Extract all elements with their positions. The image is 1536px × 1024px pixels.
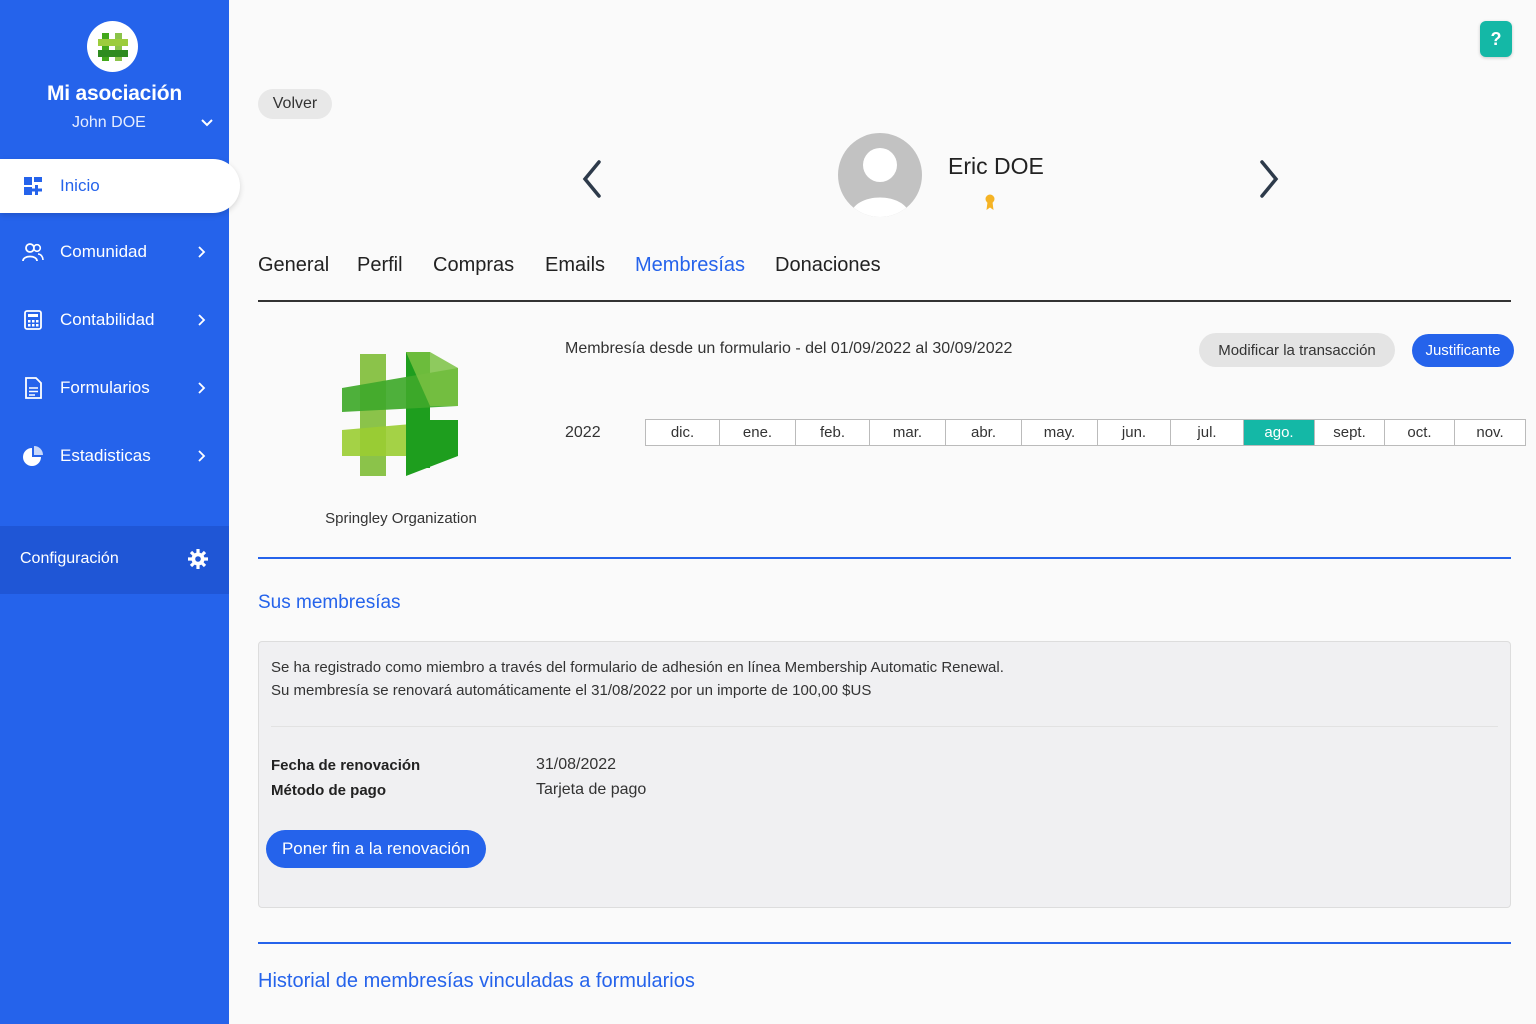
sidebar-item-label: Comunidad [60, 242, 147, 261]
month-cell: nov. [1476, 424, 1504, 441]
modify-transaction-button[interactable]: Modificar la transacción [1199, 333, 1395, 367]
sidebar-item-label: Inicio [60, 176, 100, 195]
sidebar-item-formularios[interactable]: Formularios [0, 361, 229, 415]
sidebar: Mi asociación John DOE Inicio Comunidad [0, 0, 240, 1024]
user-menu[interactable]: John DOE [0, 113, 229, 135]
month-cell: jun. [1098, 420, 1171, 445]
sidebar-item-estadisticas[interactable]: Estadisticas [0, 429, 229, 483]
calculator-icon [24, 310, 42, 330]
user-silhouette-icon [850, 148, 910, 217]
profile-name: Eric DOE [948, 153, 1044, 179]
user-name: John DOE [72, 114, 146, 131]
tab-general[interactable]: General [258, 254, 329, 277]
month-cell: abr. [946, 420, 1022, 445]
association-logo[interactable] [87, 21, 138, 72]
back-button[interactable]: Volver [258, 89, 332, 119]
month-cell: ene. [720, 420, 796, 445]
section-divider [258, 557, 1511, 559]
dashboard-icon [24, 177, 42, 195]
next-member-arrow-icon[interactable] [1252, 158, 1286, 200]
member-badge-icon [985, 194, 995, 210]
stop-renewal-button[interactable]: Poner fin a la renovación [266, 830, 486, 868]
association-name: Mi asociación [46, 82, 183, 105]
membership-year: 2022 [565, 424, 601, 441]
month-cell: dic. [646, 420, 720, 445]
chevron-right-icon [198, 382, 206, 394]
organization-caption: Springley Organization [325, 510, 477, 527]
tab-membresias[interactable]: Membresías [635, 254, 745, 277]
sidebar-item-comunidad[interactable]: Comunidad [0, 225, 229, 279]
document-icon [25, 377, 42, 399]
renewal-date-label: Fecha de renovación [271, 757, 421, 774]
tab-donaciones[interactable]: Donaciones [775, 254, 881, 277]
organization-logo [342, 352, 458, 476]
renewal-date-value: 31/08/2022 [536, 756, 617, 773]
chevron-right-icon [198, 314, 206, 326]
chevron-right-icon [198, 246, 206, 258]
month-cell: may. [1022, 420, 1098, 445]
your-memberships-title: Sus membresías [258, 592, 401, 613]
history-title: Historial de membresías vinculadas a for… [258, 970, 695, 992]
month-cell: sept. [1315, 420, 1385, 445]
tab-compras[interactable]: Compras [433, 254, 514, 277]
tab-perfil[interactable]: Perfil [357, 254, 403, 277]
sidebar-item-label: Estadisticas [60, 446, 151, 465]
sidebar-item-label: Contabilidad [60, 310, 155, 329]
month-cell: oct. [1385, 420, 1455, 445]
payment-method-label: Método de pago [271, 782, 386, 799]
month-timeline: dic. ene. feb. mar. abr. may. jun. jul. … [645, 419, 1526, 446]
section-divider [258, 942, 1511, 944]
chevron-right-icon [198, 450, 206, 462]
config-label: Configuración [20, 550, 119, 567]
sidebar-item-label: Formularios [60, 378, 150, 397]
membership-description: Membresía desde un formulario - del 01/0… [565, 340, 1013, 357]
membership-renewal-line: Su membresía se renovará automáticamente… [271, 682, 872, 699]
receipt-button[interactable]: Justificante [1412, 334, 1514, 367]
month-cell-active: ago. [1244, 420, 1315, 445]
users-icon [22, 243, 44, 262]
previous-member-arrow-icon[interactable] [575, 158, 609, 200]
month-cell: jul. [1171, 420, 1244, 445]
gear-icon [188, 549, 208, 569]
pie-chart-icon [23, 446, 43, 466]
profile-tabs: General Perfil Compras Emails Membresías… [258, 254, 1511, 302]
sidebar-item-contabilidad[interactable]: Contabilidad [0, 293, 229, 347]
tab-emails[interactable]: Emails [545, 254, 605, 277]
month-cell: feb. [796, 420, 870, 445]
payment-method-value: Tarjeta de pago [536, 781, 647, 798]
avatar [838, 133, 922, 217]
sidebar-item-configuracion[interactable]: Configuración [0, 526, 229, 594]
sidebar-item-inicio[interactable]: Inicio [0, 159, 240, 213]
month-cell: mar. [870, 420, 946, 445]
card-divider [271, 726, 1498, 727]
membership-card: Se ha registrado como miembro a través d… [258, 641, 1511, 908]
membership-info-line: Se ha registrado como miembro a través d… [271, 659, 1004, 676]
chevron-down-icon [201, 119, 213, 127]
help-button[interactable]: ? [1480, 21, 1512, 57]
